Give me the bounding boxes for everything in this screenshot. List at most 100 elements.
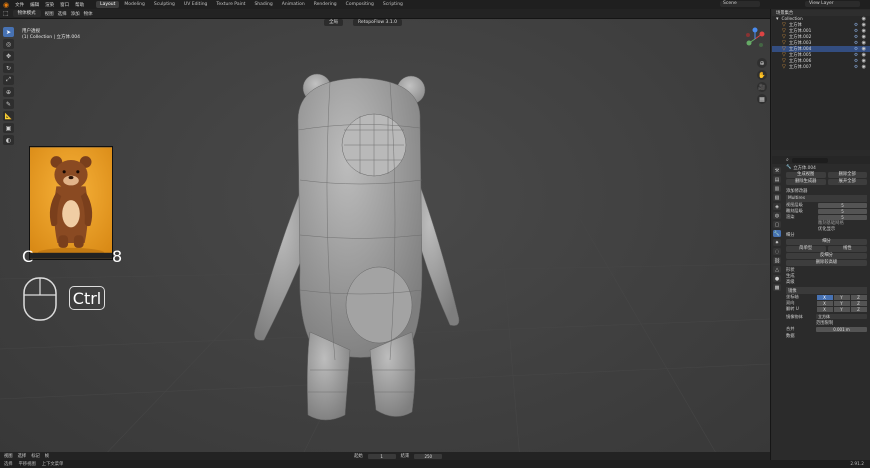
axis-y-toggle[interactable]: Y <box>833 294 850 300</box>
multires-modifier-header[interactable]: Multires <box>786 195 867 202</box>
render-tab-icon[interactable]: ▤ <box>773 176 781 183</box>
mirror-modifier-header[interactable]: 镜像 <box>786 287 867 294</box>
linear-button[interactable]: 线性 <box>827 246 867 252</box>
add-cube-tool-icon[interactable]: ▣ <box>3 123 14 133</box>
merge-row: 合并 0.001 m <box>786 326 867 332</box>
tab-uv-editing[interactable]: UV Editing <box>180 1 211 8</box>
editor-type-icon[interactable]: ⬚ <box>3 10 9 17</box>
transform-orientation[interactable]: 全局 <box>324 19 343 26</box>
physics-tab-icon[interactable]: ◌ <box>773 248 781 255</box>
delete-higher-button[interactable]: 删除较高级 <box>786 260 867 266</box>
bisect-x-toggle[interactable]: X <box>816 300 833 306</box>
menu-object[interactable]: 物体 <box>84 11 93 17</box>
scene-tab-icon[interactable]: ◈ <box>773 203 781 210</box>
data-tab-icon[interactable]: △ <box>773 266 781 273</box>
particles-tab-icon[interactable]: ✷ <box>773 239 781 246</box>
flip-y-toggle[interactable]: Y <box>833 306 850 312</box>
data-section[interactable]: 数据 <box>786 332 867 339</box>
view-layer-tab-icon[interactable]: ▧ <box>773 194 781 201</box>
bear-3d-model[interactable] <box>240 70 470 425</box>
material-tab-icon[interactable]: ● <box>773 275 781 282</box>
scale-tool-icon[interactable]: ⤢ <box>3 75 14 85</box>
delete-all-button[interactable]: 删除全部 <box>827 172 867 178</box>
bisect-y-toggle[interactable]: Y <box>833 300 850 306</box>
rotate-tool-icon[interactable]: ↻ <box>3 63 14 73</box>
end-frame-field[interactable]: 250 <box>414 453 443 459</box>
timeline-frame-menu[interactable]: 帧 <box>45 453 49 459</box>
extra-tool-icon[interactable]: ◐ <box>3 135 14 145</box>
subdivide-type-row: 简单型 线性 <box>786 246 867 252</box>
tab-animation[interactable]: Animation <box>278 1 309 8</box>
tool-tab-icon[interactable]: ⚒ <box>773 167 781 174</box>
add-modifier-dropdown[interactable]: 添加修改器 <box>786 187 867 194</box>
menu-select[interactable]: 选择 <box>58 11 67 17</box>
start-frame-field[interactable]: 1 <box>367 453 396 459</box>
object-name-row: 🔧 立方体.004 <box>786 164 867 171</box>
menu-file[interactable]: 文件 <box>15 2 24 8</box>
modifier-tab-icon[interactable]: 🔧 <box>773 230 781 237</box>
zoom-icon[interactable]: ⊕ <box>757 58 767 68</box>
expand-all-button[interactable]: 展开全部 <box>827 179 867 185</box>
select-tool-icon[interactable]: ➤ <box>3 27 14 37</box>
axis-x-toggle[interactable]: X <box>816 294 833 300</box>
delete-generator-button[interactable]: 删除生成器 <box>786 179 826 185</box>
menu-add[interactable]: 添加 <box>71 11 80 17</box>
menu-view[interactable]: 视图 <box>45 11 54 17</box>
timeline-select-menu[interactable]: 选择 <box>18 453 27 459</box>
tab-compositing[interactable]: Compositing <box>342 1 378 8</box>
advanced-section[interactable]: 高级 <box>786 279 867 285</box>
tab-layout[interactable]: Layout <box>96 1 120 8</box>
annotate-tool-icon[interactable]: ✎ <box>3 99 14 109</box>
mode-selector[interactable]: 物体模式 <box>12 10 41 17</box>
output-tab-icon[interactable]: ▥ <box>773 185 781 192</box>
simple-button[interactable]: 简单型 <box>786 246 826 252</box>
eye-icon[interactable]: ◉ <box>862 64 866 70</box>
unsubdivide-button[interactable]: 反细分 <box>786 253 867 259</box>
tab-sculpting[interactable]: Sculpting <box>150 1 179 8</box>
levels-render-field[interactable]: 5 <box>818 214 867 220</box>
world-tab-icon[interactable]: ◍ <box>773 212 781 219</box>
object-tab-icon[interactable]: ▢ <box>773 221 781 228</box>
outliner-object-row[interactable]: ▽ 立方体.007 ⚙ ◉ <box>772 64 870 70</box>
texture-tab-icon[interactable]: ▩ <box>773 284 781 291</box>
tab-rendering[interactable]: Rendering <box>310 1 341 8</box>
pan-hand-icon[interactable]: ✋ <box>757 70 767 80</box>
scene-selector[interactable]: Scene <box>720 1 760 7</box>
blender-logo-icon[interactable]: ◉ <box>3 1 9 9</box>
move-tool-icon[interactable]: ✥ <box>3 51 14 61</box>
menu-edit[interactable]: 编辑 <box>30 2 39 8</box>
status-pan: 平移视图 <box>18 462 36 467</box>
flip-z-toggle[interactable]: Z <box>850 306 867 312</box>
camera-icon[interactable]: 🎥 <box>757 82 767 92</box>
tab-scripting[interactable]: Scripting <box>379 1 407 8</box>
constraints-tab-icon[interactable]: ⛓ <box>773 257 781 264</box>
navigation-gizmo-icon[interactable] <box>742 26 768 52</box>
flip-x-toggle[interactable]: X <box>816 306 833 312</box>
axis-z-toggle[interactable]: Z <box>850 294 867 300</box>
view-layer-selector[interactable]: View Layer <box>805 1 860 7</box>
timeline-view-menu[interactable]: 视图 <box>4 453 13 459</box>
grid-view-icon[interactable]: ▦ <box>757 94 767 104</box>
timeline-marker-menu[interactable]: 标记 <box>31 453 40 459</box>
tab-shading[interactable]: Shading <box>250 1 276 8</box>
subdivide-section-label[interactable]: 细分 <box>786 232 867 238</box>
subdivide-button[interactable]: 细分 <box>786 239 867 245</box>
levels-sculpt-field[interactable]: 5 <box>818 208 867 214</box>
tab-modeling[interactable]: Modeling <box>120 1 148 8</box>
merge-distance-field[interactable]: 0.001 m <box>816 326 867 332</box>
bisect-z-toggle[interactable]: Z <box>850 300 867 306</box>
levels-viewport-field[interactable]: 5 <box>818 202 867 208</box>
generate-view-button[interactable]: 生成视图 <box>786 172 826 178</box>
menu-window[interactable]: 窗口 <box>60 2 69 8</box>
measure-tool-icon[interactable]: 📐 <box>3 111 14 121</box>
menu-help[interactable]: 帮助 <box>75 2 84 8</box>
retopoflow-menu[interactable]: RetopoFlow 3.1.0 <box>353 19 402 26</box>
tab-texture-paint[interactable]: Texture Paint <box>212 1 249 8</box>
mirror-object-field[interactable]: 立方体 <box>816 314 867 319</box>
properties-editor: ⌕ 🔧 立方体.004 生成视图 删除全部 删除生成器 展开全部 添加修改器 M… <box>772 156 870 460</box>
transform-tool-icon[interactable]: ⊕ <box>3 87 14 97</box>
properties-search-input[interactable] <box>791 157 828 163</box>
menu-render[interactable]: 渲染 <box>45 2 54 8</box>
cursor-tool-icon[interactable]: ◎ <box>3 39 14 49</box>
search-icon[interactable]: ⌕ <box>786 157 789 163</box>
